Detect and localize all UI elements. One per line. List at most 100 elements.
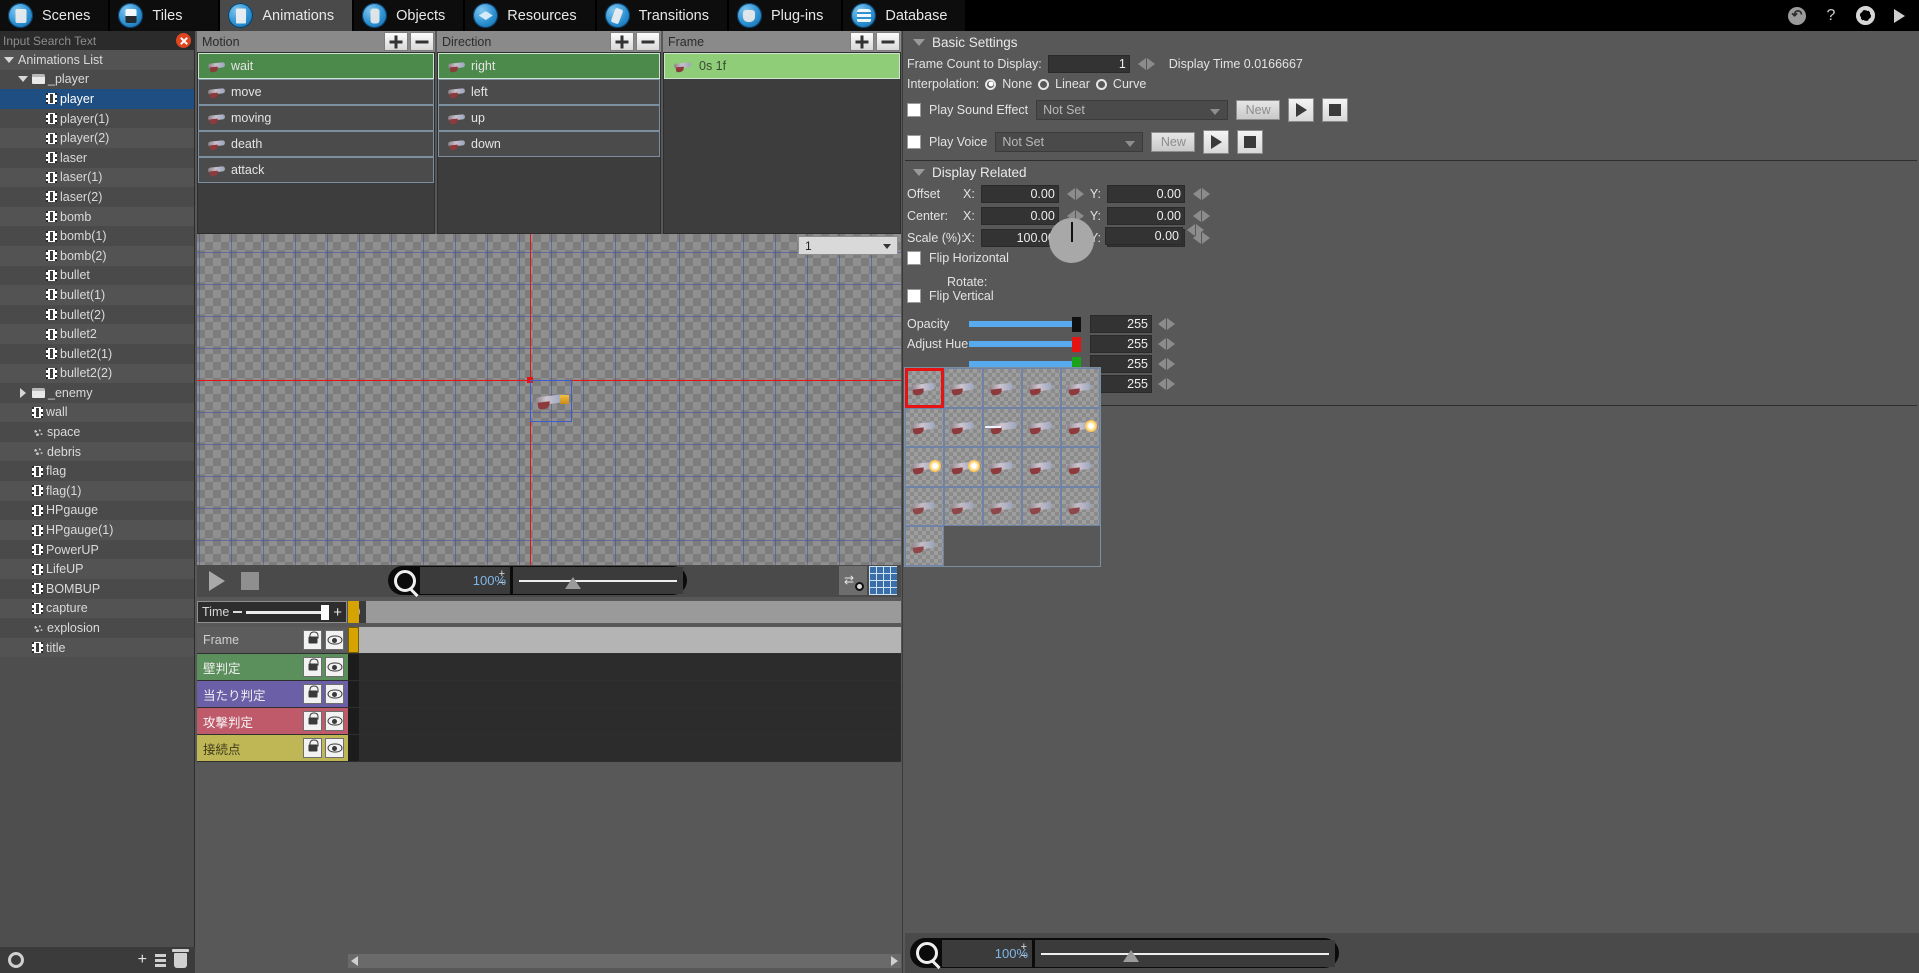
sound-effect-new-button[interactable]: New xyxy=(1236,100,1280,120)
offset-y-stepper[interactable] xyxy=(1193,188,1210,200)
frame-item-0s-1f[interactable]: 0s 1f xyxy=(664,53,900,79)
frame-image-cell-17[interactable] xyxy=(983,487,1022,527)
track-lock-button[interactable] xyxy=(303,684,322,704)
hue-blue-stepper[interactable] xyxy=(1158,378,1175,390)
canvas-grid-toggle[interactable] xyxy=(868,565,898,596)
center-y-input[interactable]: 0.00 xyxy=(1107,207,1185,225)
direction-item-up[interactable]: up xyxy=(438,105,660,131)
sidebar-item-powerup[interactable]: PowerUP xyxy=(0,540,194,560)
timeline-keyframe[interactable] xyxy=(348,627,359,653)
track-visibility-button[interactable] xyxy=(325,711,344,731)
timeline-track-lane-3[interactable] xyxy=(348,708,901,735)
frame-image-cell-1[interactable] xyxy=(944,368,983,408)
voice-stop-button[interactable] xyxy=(1237,130,1263,154)
sidebar-item-bullet2[interactable]: bullet(2) xyxy=(0,305,194,325)
frame-image-cell-0[interactable] xyxy=(905,368,944,408)
sidebar-item-bullet21[interactable]: bullet2(1) xyxy=(0,344,194,364)
direction-item-right[interactable]: right xyxy=(438,53,660,79)
track-lock-button[interactable] xyxy=(303,657,322,677)
add-animation-button[interactable]: + xyxy=(138,952,147,968)
motion-item-death[interactable]: death xyxy=(198,131,434,157)
frame-image-cell-15[interactable] xyxy=(905,487,944,527)
timeline-track-label-0[interactable]: Frame xyxy=(197,627,348,654)
interpolation-radio-none[interactable] xyxy=(985,79,996,90)
frame-image-cell-16[interactable] xyxy=(944,487,983,527)
frame-image-cell-3[interactable] xyxy=(1022,368,1061,408)
sidebar-item-_player[interactable]: _player xyxy=(0,70,194,90)
frame-count-stepper[interactable] xyxy=(1138,58,1155,70)
sidebar-item-bomb2[interactable]: bomb(2) xyxy=(0,246,194,266)
opacity-slider-handle[interactable] xyxy=(1072,317,1081,332)
clear-search-icon[interactable] xyxy=(176,33,191,48)
interpolation-radio-linear[interactable] xyxy=(1038,79,1049,90)
hue-red-handle[interactable] xyxy=(1072,337,1081,352)
menu-tab-animations[interactable]: Animations xyxy=(220,0,354,31)
timeline-track-label-3[interactable]: 攻撃判定 xyxy=(197,708,348,735)
canvas-fit-button[interactable]: ⇄ xyxy=(838,565,868,596)
zoom-slider-knob[interactable] xyxy=(565,577,581,589)
direction-item-left[interactable]: left xyxy=(438,79,660,105)
remove-frame-button[interactable] xyxy=(876,32,900,51)
sidebar-item-bullet22[interactable]: bullet2(2) xyxy=(0,364,194,384)
sidebar-item-wall[interactable]: wall xyxy=(0,403,194,423)
sidebar-item-player[interactable]: player xyxy=(0,89,194,109)
track-lock-button[interactable] xyxy=(303,738,322,758)
settings-button[interactable] xyxy=(1855,6,1875,26)
motion-item-move[interactable]: move xyxy=(198,79,434,105)
timeline-track-lane-4[interactable] xyxy=(348,735,901,762)
sidebar-item-capture[interactable]: capture xyxy=(0,599,194,619)
expand-caret-down-icon[interactable] xyxy=(16,76,29,82)
gear-icon[interactable] xyxy=(8,952,24,968)
scroll-right-icon[interactable] xyxy=(891,956,898,966)
menu-tab-database[interactable]: Database xyxy=(843,0,967,31)
display-related-header[interactable]: Display Related xyxy=(903,161,1919,183)
canvas-zoom-slider[interactable] xyxy=(513,567,683,594)
voice-play-button[interactable] xyxy=(1203,130,1229,154)
timeline-track-lane-0[interactable] xyxy=(348,627,901,654)
frame-image-cell-13[interactable] xyxy=(1022,447,1061,487)
time-zoom-in-button[interactable]: + xyxy=(333,605,342,620)
sidebar-item-hpgauge1[interactable]: HPgauge(1) xyxy=(0,520,194,540)
rotate-stepper[interactable] xyxy=(1187,224,1204,236)
timeline-lane-slot[interactable] xyxy=(348,735,359,761)
sidebar-item-laser[interactable]: laser xyxy=(0,148,194,168)
scroll-left-icon[interactable] xyxy=(351,956,358,966)
preview-play-button[interactable] xyxy=(209,571,225,591)
frame-image-cell-14[interactable] xyxy=(1061,447,1100,487)
expand-caret-right-icon[interactable] xyxy=(16,388,29,398)
frame-image-cell-4[interactable] xyxy=(1061,368,1100,408)
add-direction-button[interactable] xyxy=(610,32,634,51)
help-button[interactable]: ? xyxy=(1821,6,1841,26)
frame-image-cell-7[interactable] xyxy=(983,408,1022,448)
sidebar-item-bullet1[interactable]: bullet(1) xyxy=(0,285,194,305)
sidebar-item-bombup[interactable]: BOMBUP xyxy=(0,579,194,599)
sidebar-item-debris[interactable]: debris xyxy=(0,442,194,462)
flip-horizontal-checkbox[interactable] xyxy=(907,251,921,265)
time-zoom-knob[interactable] xyxy=(321,605,329,620)
magnifier-icon[interactable] xyxy=(394,570,416,592)
track-visibility-button[interactable] xyxy=(325,657,344,677)
timeline-track-label-2[interactable]: 当たり判定 xyxy=(197,681,348,708)
opacity-input[interactable]: 255 xyxy=(1090,315,1152,333)
track-lock-button[interactable] xyxy=(303,711,322,731)
hue-green-stepper[interactable] xyxy=(1158,358,1175,370)
timeline-lane-slot[interactable] xyxy=(348,654,359,680)
rotate-dial[interactable] xyxy=(1049,218,1094,263)
interpolation-radio-curve[interactable] xyxy=(1096,79,1107,90)
hue-red-input[interactable]: 255 xyxy=(1090,335,1152,353)
timeline-track-label-1[interactable]: 壁判定 xyxy=(197,654,348,681)
frame-image-cell-6[interactable] xyxy=(944,408,983,448)
sidebar-item-title[interactable]: title xyxy=(0,638,194,658)
menu-tab-transitions[interactable]: Transitions xyxy=(597,0,729,31)
timeline-track-label-4[interactable]: 接続点 xyxy=(197,735,348,762)
time-zoom-slider[interactable] xyxy=(246,611,329,614)
sidebar-item-lifeup[interactable]: LifeUP xyxy=(0,559,194,579)
sidebar-item-bomb1[interactable]: bomb(1) xyxy=(0,226,194,246)
timeline-ruler[interactable] xyxy=(348,601,901,623)
track-lock-button[interactable] xyxy=(303,630,322,650)
sound-effect-play-button[interactable] xyxy=(1288,98,1314,122)
menu-tab-tiles[interactable]: Tiles xyxy=(110,0,220,31)
frame-image-cell-19[interactable] xyxy=(1061,487,1100,527)
play-sound-effect-checkbox[interactable] xyxy=(907,103,921,117)
menu-tab-scenes[interactable]: Scenes xyxy=(0,0,110,31)
